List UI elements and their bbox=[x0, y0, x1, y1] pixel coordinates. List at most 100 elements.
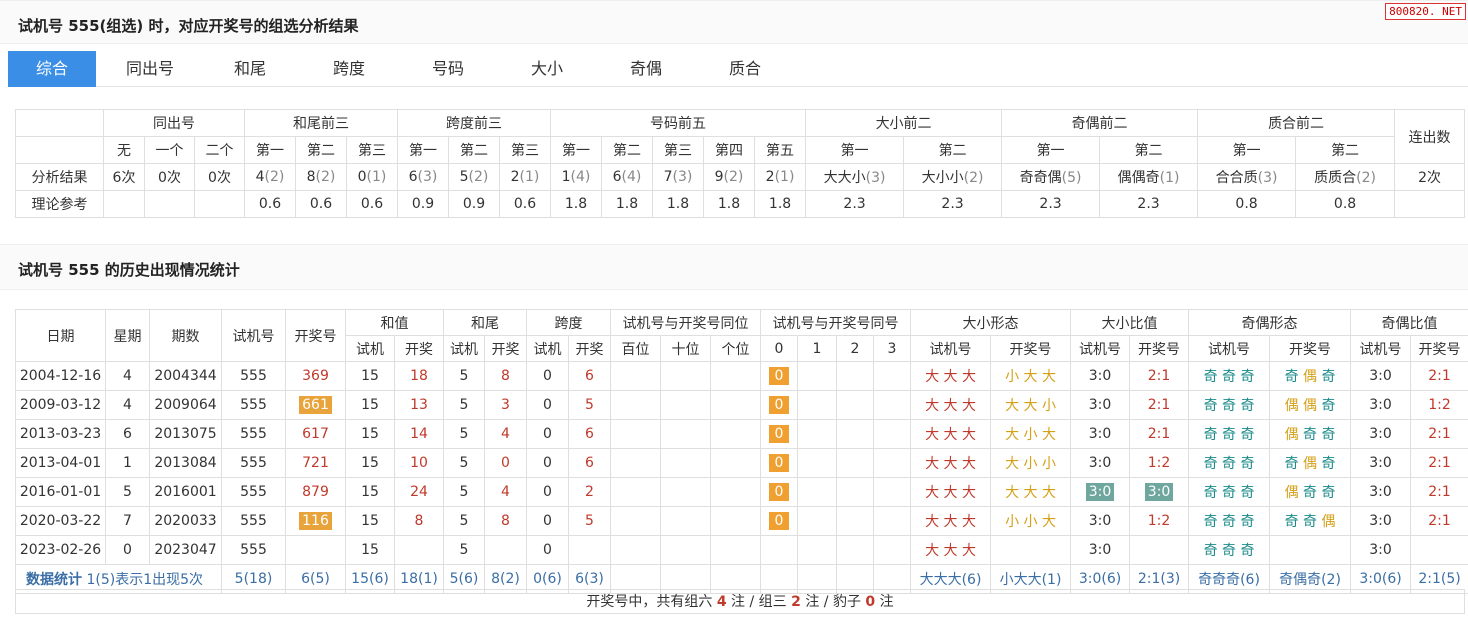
subheader-cell: 第二 bbox=[1099, 136, 1199, 164]
subheader-cell: 第三 bbox=[499, 136, 552, 164]
tail-test-cell: 5 bbox=[443, 390, 485, 420]
subheader-cell: 0 bbox=[760, 335, 799, 362]
oe-test-cell: 奇 奇 奇 bbox=[1188, 535, 1271, 565]
sum-test-cell: 15 bbox=[345, 506, 395, 536]
result-cell: 6(3) bbox=[397, 163, 450, 191]
result-cell: 2次 bbox=[1394, 163, 1466, 191]
reference-cell: 0.8 bbox=[1295, 190, 1396, 218]
span-draw-cell bbox=[568, 535, 611, 565]
week-cell: 6 bbox=[105, 419, 150, 449]
reference-cell: 2.3 bbox=[1001, 190, 1101, 218]
site-badge[interactable]: 800820. NET bbox=[1385, 3, 1466, 20]
pos-tens-cell bbox=[660, 361, 711, 391]
tail-test-cell: 5 bbox=[443, 419, 485, 449]
subheader-cell: 第五 bbox=[754, 136, 807, 164]
same-0-cell: 0 bbox=[760, 448, 799, 478]
group-header: 跨度前三 bbox=[397, 109, 552, 137]
history-title: 试机号 555 的历史出现情况统计 bbox=[18, 261, 240, 279]
result-cell: 大大小(3) bbox=[805, 163, 905, 191]
tab-span[interactable]: 跨度 bbox=[305, 51, 393, 87]
subheader-cell: 1 bbox=[797, 335, 838, 362]
result-cell: 2(1) bbox=[754, 163, 807, 191]
pos-tens-cell bbox=[660, 448, 711, 478]
same-2-cell bbox=[836, 506, 875, 536]
size-draw-cell: 大 小 大 bbox=[990, 419, 1072, 449]
pos-units-cell bbox=[709, 361, 762, 391]
reference-cell: 0.8 bbox=[1197, 190, 1297, 218]
size-ratio-draw-cell: 1:2 bbox=[1129, 448, 1190, 478]
week-cell: 4 bbox=[105, 361, 150, 391]
subheader-cell: 第二 bbox=[295, 136, 348, 164]
tail-test-cell: 5 bbox=[443, 448, 485, 478]
sum-test-cell: 15 bbox=[345, 535, 395, 565]
tab-bar: 综合 同出号 和尾 跨度 号码 大小 奇偶 质合 bbox=[8, 51, 1468, 87]
oe-char: 奇 bbox=[1284, 369, 1299, 385]
sum-test-cell: 15 bbox=[345, 419, 395, 449]
issue-cell: 2016001 bbox=[149, 477, 222, 507]
result-count: (2) bbox=[723, 169, 744, 185]
reference-cell: 0.6 bbox=[295, 190, 348, 218]
group-header: 奇偶前二 bbox=[1001, 109, 1199, 137]
subheader-cell: 二个 bbox=[193, 136, 246, 164]
table-row: 2023-02-26 0 2023047 555 15 5 0 大 大 大 3:0 奇 奇 奇 3:… bbox=[15, 535, 1468, 565]
subheader-cell: 无 bbox=[103, 136, 145, 164]
table-row: 2009-03-12 4 2009064 555 661 15 13 5 3 0 5 0 大 大 大大 … bbox=[15, 390, 1468, 420]
header-weekday: 星期 bbox=[105, 309, 150, 362]
sum-test-cell: 15 bbox=[345, 448, 395, 478]
tab-number[interactable]: 号码 bbox=[404, 51, 492, 87]
subheader-cell: 第四 bbox=[703, 136, 756, 164]
span-test-cell: 0 bbox=[526, 390, 569, 420]
tab-prime-composite[interactable]: 质合 bbox=[701, 51, 789, 87]
oe-char: 偶 bbox=[1284, 398, 1299, 414]
oe-ratio-test-cell: 3:0 bbox=[1350, 477, 1412, 507]
header-odd-even-ratio: 奇偶比值 bbox=[1350, 309, 1468, 336]
sum-draw-cell bbox=[394, 535, 444, 565]
sum-test-cell: 15 bbox=[345, 390, 395, 420]
same-2-cell bbox=[836, 477, 875, 507]
same-0-cell: 0 bbox=[760, 361, 799, 391]
tab-sum-tail[interactable]: 和尾 bbox=[206, 51, 294, 87]
subheader-cell: 百位 bbox=[610, 335, 661, 362]
tab-odd-even[interactable]: 奇偶 bbox=[602, 51, 690, 87]
same-1-cell bbox=[797, 477, 838, 507]
header-same-position: 试机号与开奖号同位 bbox=[609, 309, 762, 336]
sum-draw-cell: 10 bbox=[394, 448, 444, 478]
draw-number: 721 bbox=[302, 455, 329, 471]
stats-label-bold[interactable]: 数据统计 bbox=[26, 572, 82, 588]
reference-cell bbox=[144, 190, 195, 218]
same-0-cell bbox=[760, 535, 799, 565]
span-draw-cell: 5 bbox=[568, 506, 611, 536]
oe-char: 偶 bbox=[1284, 485, 1299, 501]
same-1-cell bbox=[797, 419, 838, 449]
draw-cell: 617 bbox=[285, 419, 346, 449]
result-cell: 6次 bbox=[103, 163, 145, 191]
same-3-cell bbox=[873, 535, 912, 565]
ratio-value: 1:2 bbox=[1147, 455, 1171, 471]
oe-ratio-draw-cell: 2:1 bbox=[1410, 361, 1468, 391]
subheader-cell: 第一 bbox=[550, 136, 603, 164]
result-cell: 0(1) bbox=[346, 163, 399, 191]
header-sum-tail: 和尾 bbox=[443, 309, 527, 336]
same-number-badge: 0 bbox=[769, 396, 790, 414]
tab-co-occur[interactable]: 同出号 bbox=[106, 51, 194, 87]
result-cell: 2(1) bbox=[499, 163, 552, 191]
group-header: 号码前五 bbox=[550, 109, 807, 137]
result-count: (1) bbox=[519, 169, 540, 185]
subheader-cell: 第二 bbox=[448, 136, 501, 164]
tab-summary[interactable]: 综合 bbox=[8, 51, 96, 87]
oe-test-cell: 奇 奇 奇 bbox=[1188, 506, 1271, 536]
date-cell: 2013-04-01 bbox=[15, 448, 106, 478]
result-value: 1 bbox=[561, 169, 571, 185]
tab-size[interactable]: 大小 bbox=[503, 51, 591, 87]
oe-char: 奇 bbox=[1303, 514, 1318, 530]
oe-test-cell: 奇 奇 奇 bbox=[1188, 448, 1271, 478]
same-2-cell bbox=[836, 361, 875, 391]
ratio-badge: 3:0 bbox=[1085, 483, 1115, 501]
tail-draw-cell: 4 bbox=[484, 477, 527, 507]
subheader-cell: 第三 bbox=[652, 136, 705, 164]
same-1-cell bbox=[797, 390, 838, 420]
result-value: 合合质 bbox=[1215, 170, 1258, 186]
table-row: 2004-12-16 4 2004344 555 369 15 18 5 8 0 6 0 大 大 大小 … bbox=[15, 361, 1468, 391]
result-cell: 奇奇偶(5) bbox=[1001, 163, 1101, 191]
result-cell: 合合质(3) bbox=[1197, 163, 1297, 191]
